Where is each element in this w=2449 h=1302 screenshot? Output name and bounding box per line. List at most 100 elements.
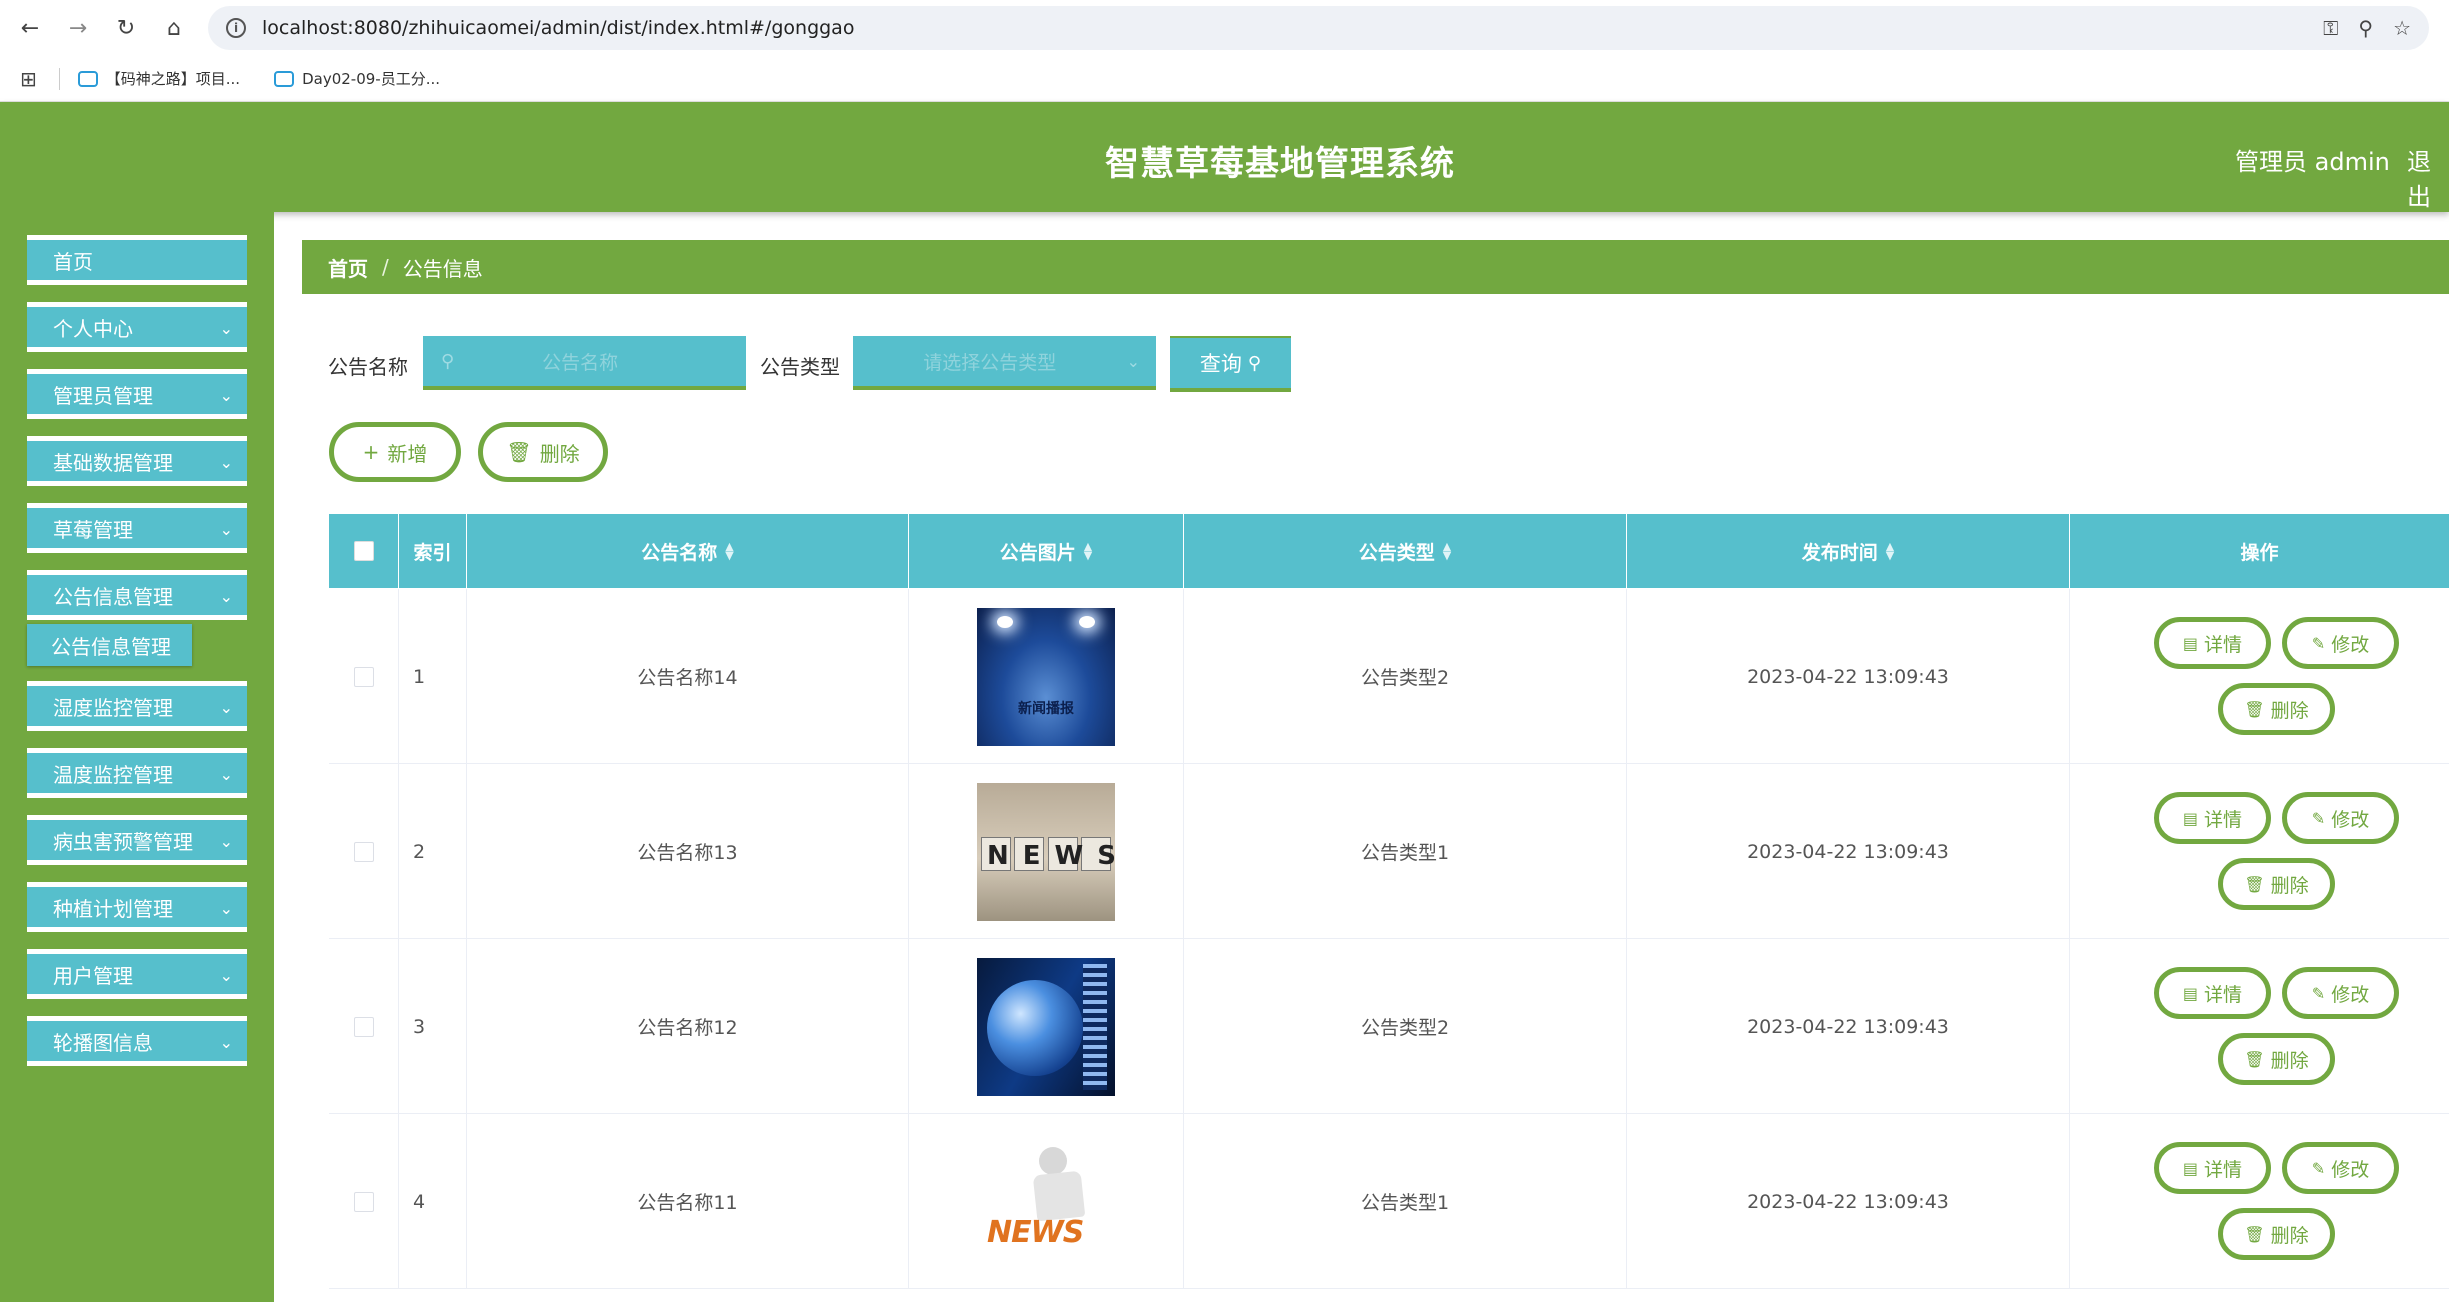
name-cell: 公告名称13 [467,764,909,939]
reload-icon[interactable]: ↻ [104,6,148,50]
name-search-placeholder: 公告名称 [542,351,619,374]
key-icon[interactable]: ⚿ [2323,16,2338,40]
zoom-icon[interactable]: ⚲ [2358,16,2373,40]
apps-grid-icon[interactable]: ⊞ [20,67,37,91]
sidebar-item-temperature[interactable]: 温度监控管理 ⌄ [27,748,247,798]
select-all-checkbox[interactable] [353,541,374,561]
sort-icon[interactable]: ▲ ▼ [1443,541,1451,561]
name-search-input[interactable]: ⚲ 公告名称 [423,336,746,390]
image-cell: NEWS [909,764,1184,939]
bookmark-label[interactable]: Day02-09-员工分... [302,68,440,89]
edit-label: 修改 [2331,983,2370,1006]
edit-button[interactable]: ✎ 修改 [2282,967,2399,1019]
batch-delete-button[interactable]: 🗑 删除 [478,422,608,482]
site-info-icon[interactable]: i [226,18,246,38]
pencil-icon: ✎ [2311,983,2326,1003]
detail-button[interactable]: ▤ 详情 [2154,792,2271,844]
edit-label: 修改 [2331,1158,2370,1181]
chevron-down-icon: ⌄ [219,386,233,405]
pencil-icon: ✎ [2311,808,2326,828]
edit-button[interactable]: ✎ 修改 [2282,792,2399,844]
sidebar-item-pest-warning[interactable]: 病虫害预警管理 ⌄ [27,815,247,865]
column-header-image[interactable]: 公告图片 ▲ ▼ [909,514,1184,588]
sidebar-item-home[interactable]: 首页 [27,235,247,285]
column-header-name[interactable]: 公告名称 ▲ ▼ [467,514,909,588]
edit-button[interactable]: ✎ 修改 [2282,1142,2399,1194]
figure-body [1032,1170,1086,1221]
row-select-cell [329,939,399,1114]
sidebar-item-carousel[interactable]: 轮播图信息 ⌄ [27,1016,247,1066]
query-button[interactable]: 查询 ⚲ [1170,336,1291,392]
detail-button[interactable]: ▤ 详情 [2154,1142,2271,1194]
delete-button[interactable]: 🗑 删除 [2218,858,2335,910]
globe-image[interactable] [977,957,1115,1096]
trash-icon: 🗑 [2244,699,2265,719]
row-select-cell [329,1114,399,1289]
sidebar: 首页 个人中心 ⌄ 管理员管理 ⌄ 基础数据管理 ⌄ 草莓管理 ⌄ 公告信息管理 ⌄ 公告… [0,212,274,1302]
delete-button[interactable]: 🗑 删除 [2218,683,2335,735]
detail-label: 详情 [2204,983,2243,1006]
name-filter-label: 公告名称 [328,355,408,379]
edit-button[interactable]: ✎ 修改 [2282,617,2399,669]
back-arrow-icon[interactable]: ← [8,6,52,50]
detail-button[interactable]: ▤ 详情 [2154,967,2271,1019]
delete-button[interactable]: 🗑 删除 [2218,1208,2335,1260]
figure-head [1039,1146,1067,1175]
row-select-cell [329,764,399,939]
delete-button[interactable]: 🗑 删除 [2218,1033,2335,1085]
news-stage-image[interactable]: 新闻播报 [977,607,1115,746]
sidebar-item-label: 管理员管理 [53,383,153,408]
sidebar-item-personal-center[interactable]: 个人中心 ⌄ [27,302,247,352]
detail-label: 详情 [2204,633,2243,656]
breadcrumb: 首页 / 公告信息 [302,240,2449,294]
news-blocks-image[interactable]: NEWS [977,782,1115,921]
sidebar-item-label: 病虫害预警管理 [53,829,193,854]
sort-icon[interactable]: ▲ ▼ [1886,541,1894,561]
actions-cell [2070,764,2449,939]
time-cell: 2023-04-22 13:09:43 [1627,764,2070,939]
sidebar-subitem-announcements[interactable]: 公告信息管理 [27,624,192,666]
row-checkbox[interactable] [353,666,374,687]
forward-arrow-icon[interactable]: → [56,6,100,50]
bookmark-label[interactable]: 【码神之路】项目... [106,68,240,89]
column-label: 操作 [2240,541,2279,564]
home-icon[interactable]: ⌂ [152,6,196,50]
logout-button[interactable]: 退出 [2407,142,2449,212]
row-checkbox[interactable] [353,1016,374,1037]
column-header-time[interactable]: 发布时间 ▲ ▼ [1627,514,2070,588]
add-button[interactable]: + 新增 [329,422,461,482]
detail-button[interactable]: ▤ 详情 [2154,617,2271,669]
chevron-down-icon: ⌄ [219,520,233,539]
edit-label: 修改 [2331,633,2370,656]
bilibili-icon [274,70,295,87]
breadcrumb-home[interactable]: 首页 [328,253,368,282]
bookmark-star-icon[interactable]: ☆ [2393,16,2411,40]
bookmarks-bar: ⊞ 【码神之路】项目... Day02-09-员工分... [0,56,2449,102]
type-select[interactable]: 请选择公告类型 ⌄ [853,336,1156,390]
chevron-down-icon: ⌄ [219,765,233,784]
sidebar-item-label: 温度监控管理 [53,762,173,787]
chevron-down-icon: ⌄ [219,698,233,717]
sort-icon[interactable]: ▲ ▼ [1084,541,1092,561]
chevron-down-icon: ⌄ [219,319,233,338]
address-bar[interactable]: i localhost:8080/zhihuicaomei/admin/dist… [208,6,2429,50]
sidebar-item-planting-plan[interactable]: 种植计划管理 ⌄ [27,882,247,932]
bookmark-item[interactable]: 【码神之路】项目... [77,68,240,89]
column-header-type[interactable]: 公告类型 ▲ ▼ [1184,514,1627,588]
delete-label: 删除 [2270,1049,2309,1072]
sidebar-item-users[interactable]: 用户管理 ⌄ [27,949,247,999]
bookmark-item[interactable]: Day02-09-员工分... [274,68,440,89]
sidebar-item-announcements[interactable]: 公告信息管理 ⌄ [27,570,247,620]
index-cell: 1 [399,589,467,764]
sidebar-item-humidity[interactable]: 湿度监控管理 ⌄ [27,681,247,731]
url-text[interactable]: localhost:8080/zhihuicaomei/admin/dist/i… [262,17,2303,39]
row-checkbox[interactable] [353,841,374,862]
sidebar-item-admin[interactable]: 管理员管理 ⌄ [27,369,247,419]
sidebar-item-base-data[interactable]: 基础数据管理 ⌄ [27,436,247,486]
actions-cell [2070,939,2449,1114]
sidebar-item-strawberry[interactable]: 草莓管理 ⌄ [27,503,247,553]
row-checkbox[interactable] [353,1191,374,1212]
delete-label: 删除 [2270,874,2309,897]
sort-icon[interactable]: ▲ ▼ [725,541,733,561]
news-figure-image[interactable]: NEWS [977,1132,1115,1271]
